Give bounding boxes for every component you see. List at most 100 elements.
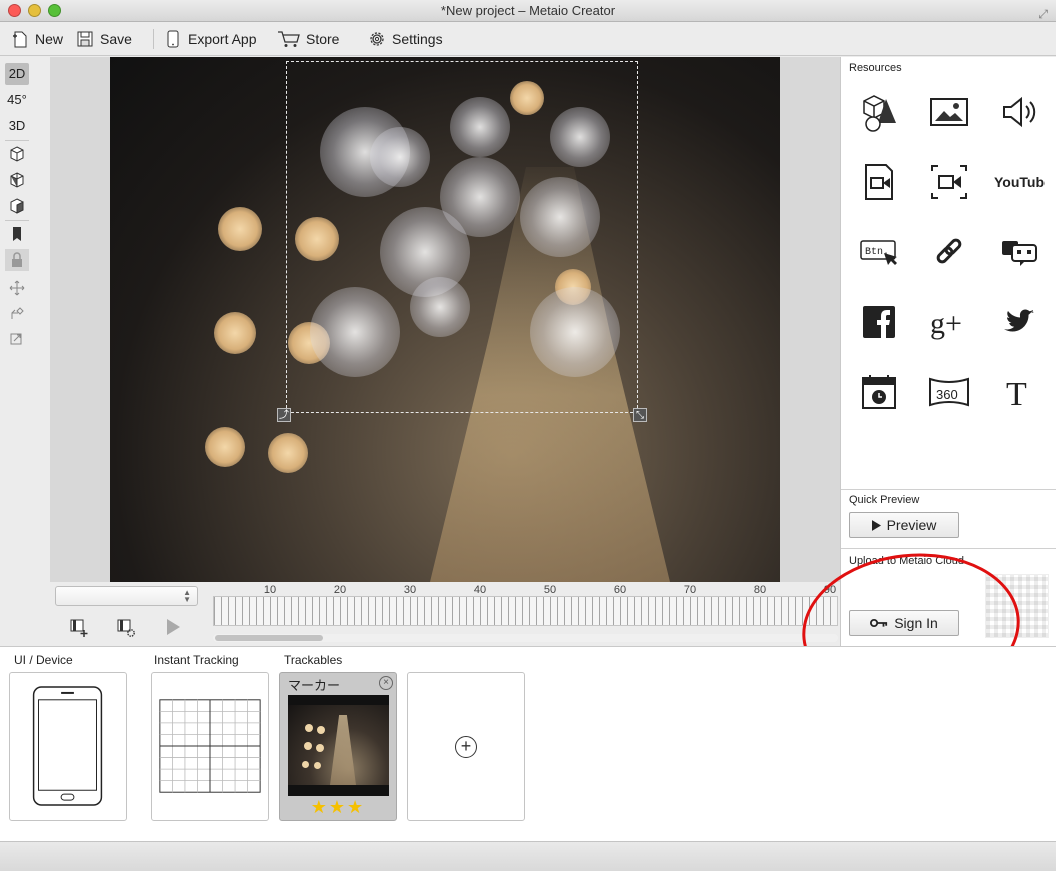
new-button-label: New [35, 31, 64, 47]
cube-side-view-icon[interactable] [5, 169, 29, 191]
save-button[interactable]: Save [75, 28, 132, 50]
instant-tracking-label: Instant Tracking [154, 653, 239, 667]
ruler-label: 80 [753, 584, 767, 596]
save-icon [77, 31, 93, 47]
bokeh-light [205, 427, 245, 467]
calendar-icon[interactable] [849, 362, 909, 422]
trackable-thumbnail [288, 695, 389, 796]
rotate-handle-icon[interactable]: ⤴ [277, 408, 291, 422]
add-trackable-card[interactable]: + [407, 672, 525, 821]
panel-divider [841, 548, 1056, 549]
move-icon[interactable] [5, 277, 29, 299]
preview-button[interactable]: Preview [849, 512, 959, 538]
bokeh-light [268, 433, 308, 473]
trackable-name: マーカー [288, 678, 341, 693]
window-title: *New project – Metaio Creator [440, 3, 616, 18]
timeline-select[interactable]: ▲ ▼ [55, 586, 198, 606]
twitter-icon[interactable] [989, 292, 1049, 352]
select-arrows-icon: ▲ ▼ [183, 588, 191, 604]
bokeh-light [218, 207, 262, 251]
view-3d-button[interactable]: 3D [5, 115, 29, 137]
ui-device-label: UI / Device [14, 653, 73, 667]
store-label: Store [306, 31, 340, 47]
remove-trackable-icon[interactable]: × [379, 676, 393, 690]
bookmark-icon[interactable] [5, 223, 29, 245]
save-button-label: Save [100, 31, 132, 47]
selection-box[interactable]: ⤴ ⤡ [277, 61, 647, 422]
phone-icon [167, 30, 179, 48]
trackables-label: Trackables [284, 653, 343, 667]
resize-handle-icon[interactable]: ⤡ [633, 408, 647, 422]
video-file-icon[interactable] [849, 152, 909, 212]
panorama-360-icon[interactable]: 360 [919, 362, 979, 422]
window-zoom-button[interactable] [48, 4, 61, 17]
export-app-button[interactable]: Export App [163, 28, 257, 50]
status-bar [0, 841, 1056, 871]
store-button[interactable]: Store [277, 28, 339, 50]
ruler-label: 30 [403, 584, 417, 596]
gear-icon [370, 32, 384, 46]
youtube-icon[interactable]: YouTube [989, 152, 1049, 212]
svg-text:360: 360 [936, 387, 958, 402]
settings-button[interactable]: Settings [367, 28, 443, 50]
ruler-label: 10 [263, 584, 277, 596]
text-icon[interactable]: T [989, 362, 1049, 422]
ruler-label: 20 [333, 584, 347, 596]
timeline-panel: ▲ ▼ 10 20 30 40 50 60 70 80 90 [50, 582, 840, 646]
preview-button-label: Preview [886, 517, 937, 533]
facebook-icon[interactable] [849, 292, 909, 352]
svg-text:T: T [1006, 376, 1027, 413]
ruler-label: 50 [543, 584, 557, 596]
view-45-button[interactable]: 45° [5, 89, 29, 111]
settings-label: Settings [392, 31, 443, 47]
left-tool-strip: 2D 45° 3D [0, 57, 34, 582]
new-file-icon [13, 31, 27, 48]
robot-chat-icon[interactable] [989, 222, 1049, 282]
rotate-icon[interactable] [5, 303, 29, 325]
phone-device-icon [32, 686, 103, 806]
cart-icon [278, 31, 300, 47]
timeline-scrollbar[interactable] [213, 634, 838, 642]
panel-divider [841, 489, 1056, 490]
editor-canvas[interactable]: ⤴ ⤡ [50, 57, 840, 582]
svg-text:g+: g+ [930, 307, 962, 340]
rating-stars: ★★★ [310, 797, 366, 817]
trackable-card-marker[interactable]: マーカー × ★★★ [279, 672, 397, 821]
keyframe-settings-icon[interactable] [115, 616, 137, 638]
audio-icon[interactable] [989, 82, 1049, 142]
play-icon[interactable] [162, 616, 184, 638]
lock-icon[interactable] [5, 249, 29, 271]
3d-model-icon[interactable] [849, 82, 909, 142]
view-2d-button[interactable]: 2D [5, 63, 29, 85]
resources-heading: Resources [849, 62, 902, 74]
window-close-button[interactable] [8, 4, 21, 17]
link-icon[interactable] [919, 222, 979, 282]
ui-device-card[interactable] [9, 672, 127, 821]
image-icon[interactable] [919, 82, 979, 142]
add-keyframe-icon[interactable] [68, 616, 90, 638]
timeline-ruler[interactable]: 10 20 30 40 50 60 70 80 90 [213, 582, 838, 628]
cube-top-view-icon[interactable] [5, 195, 29, 217]
google-plus-icon[interactable]: g+ [919, 292, 979, 352]
scale-icon[interactable] [5, 327, 29, 349]
cube-front-view-icon[interactable] [5, 143, 29, 165]
export-app-label: Export App [188, 31, 257, 47]
svg-text:YouTube: YouTube [994, 174, 1045, 190]
window-titlebar: *New project – Metaio Creator ⤢ [0, 0, 1056, 22]
window-minimize-button[interactable] [28, 4, 41, 17]
timeline-track[interactable] [213, 596, 838, 626]
instant-tracking-card[interactable] [151, 672, 269, 821]
ruler-label: 60 [613, 584, 627, 596]
scrollbar-thumb[interactable] [215, 635, 323, 641]
button-icon[interactable]: Btn. [849, 222, 909, 282]
tool-separator [5, 140, 29, 141]
quick-preview-heading: Quick Preview [849, 494, 920, 506]
video-camera-icon[interactable] [919, 152, 979, 212]
bottom-panel: UI / Device Instant Tracking Trackables … [0, 646, 1056, 841]
ruler-label: 40 [473, 584, 487, 596]
bokeh-light [214, 312, 256, 354]
add-circle-icon: + [455, 736, 477, 758]
play-icon [871, 519, 881, 531]
ruler-label: 70 [683, 584, 697, 596]
new-button[interactable]: New [10, 28, 63, 50]
